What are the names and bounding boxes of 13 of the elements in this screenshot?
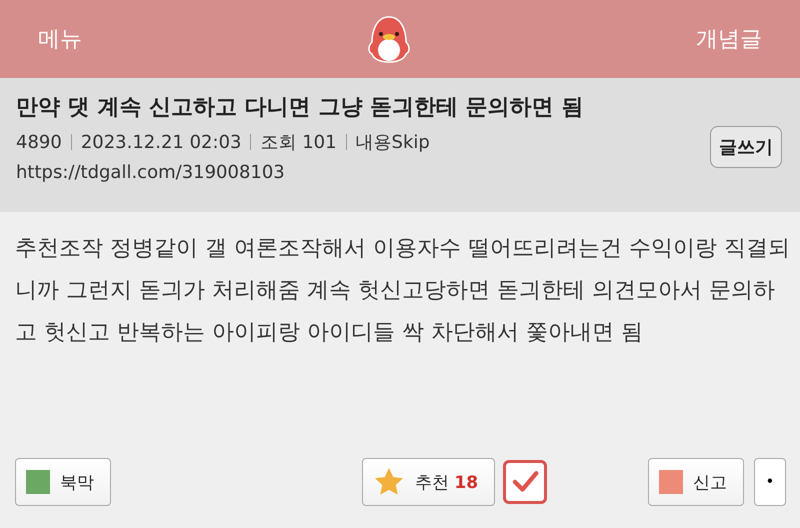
checkbox[interactable] (503, 460, 548, 504)
post-title: 만약 댓 계속 신고하고 다니면 그냥 돋긔한테 문의하면 됨 (16, 94, 584, 122)
post-meta: 내용Skip (356, 131, 430, 154)
post-body: 추천조작 정병같이 갤 여론조작해서 이용자수 떨어뜨리려는건 수익이랑 직결되니까 그런지 돋긔가 처리해줌 계속 헛신고당하면 돋긔한테 의견모아서 문의하고 헛신고 반복하는 아이피랑 아이디들 싹 차단해서 쫓아내면 됨 (14, 235, 791, 347)
post-meta: 4890 (16, 132, 62, 152)
report-button[interactable]: 신고 (648, 458, 744, 506)
more-button[interactable]: • (754, 458, 786, 506)
post-url: https://tdgall.com/319008103 (16, 162, 286, 183)
post-meta: 2023.12.21 02:03 (80, 132, 242, 152)
post-meta: 조회 101 (260, 131, 337, 154)
recommend-button[interactable]: 추천 18 (362, 458, 496, 506)
write-button[interactable]: 글쓰기 (710, 126, 782, 168)
bookmark-button[interactable]: 북막 (15, 458, 111, 506)
